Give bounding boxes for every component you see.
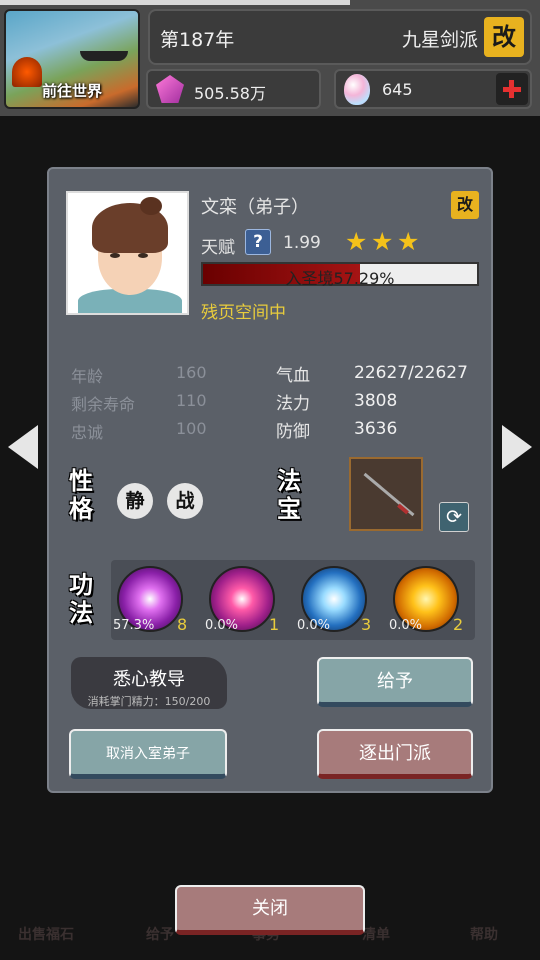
rename-sect-button[interactable]: 改: [484, 17, 524, 57]
stat-defense-label: 防御: [276, 422, 310, 442]
skill-level: 1: [269, 615, 280, 634]
stat-loyalty-label: 忠诚: [71, 423, 104, 442]
realm-progress-bar: 入圣境57.29%: [201, 262, 479, 288]
world-map-button[interactable]: 前往世界: [4, 9, 140, 109]
top-bar: 前往世界 第187年 九星剑派 改 505.58万 645: [0, 0, 540, 116]
cancel-inner-disciple-button[interactable]: 取消入室弟子: [69, 729, 227, 779]
next-disciple-arrow-icon[interactable]: [502, 425, 532, 469]
talent-label: 天赋: [201, 238, 235, 258]
teach-button[interactable]: 悉心教导 消耗掌门精力：150/200: [71, 657, 227, 709]
skill-progress: 0.0%: [205, 618, 239, 633]
disciple-portrait: [66, 191, 189, 315]
skill-progress: 0.0%: [389, 618, 423, 633]
treasure-label: 法宝: [277, 467, 301, 523]
skill-progress: 0.0%: [297, 618, 331, 633]
stat-mana-value: 3808: [354, 391, 398, 411]
expel-button[interactable]: 逐出门派: [317, 729, 473, 779]
skills-label: 功法: [69, 571, 93, 627]
gem-counter: 645: [334, 69, 532, 109]
skill-progress: 57.3%: [113, 618, 155, 633]
disciple-detail-panel: 文栾（弟子） 改 天赋 ? 1.99 ★ ★ ★ 入圣境57.29% 残页空间中…: [47, 167, 493, 793]
star-icon: ★: [345, 227, 368, 256]
spirit-stone-counter: 505.58万: [146, 69, 321, 109]
give-button[interactable]: 给予: [317, 657, 473, 707]
talent-value: 1.99: [283, 233, 321, 253]
refresh-icon[interactable]: ⟳: [439, 502, 469, 532]
stat-age-value: 160: [176, 363, 207, 382]
stat-defense-value: 3636: [354, 419, 398, 439]
star-icon: ★: [371, 227, 394, 256]
disciple-status: 残页空间中: [201, 303, 286, 323]
stat-hp-value: 22627/22627: [354, 363, 468, 383]
stat-lifespan-label: 剩余寿命: [71, 395, 136, 414]
year-sect-panel: 第187年 九星剑派 改: [148, 9, 532, 65]
teach-button-label: 悉心教导: [113, 669, 185, 690]
trait-badge[interactable]: 战: [167, 483, 203, 519]
talent-help-button[interactable]: ?: [245, 229, 271, 255]
treasure-slot[interactable]: [349, 457, 423, 531]
skill-level: 2: [453, 615, 464, 634]
trait-badge[interactable]: 静: [117, 483, 153, 519]
stat-loyalty-value: 100: [176, 419, 207, 438]
bg-nav-item: 出售福石: [18, 927, 74, 943]
teach-cost-label: 消耗掌门精力：150/200: [87, 695, 211, 708]
add-gems-button[interactable]: [496, 73, 528, 105]
previous-disciple-arrow-icon[interactable]: [8, 425, 38, 469]
stat-age-label: 年龄: [71, 367, 104, 386]
bg-nav-item: 清单: [362, 927, 390, 943]
stat-mana-label: 法力: [276, 394, 310, 414]
bg-nav-item: 帮助: [470, 927, 498, 943]
skill-level: 3: [361, 615, 372, 634]
skill-level: 8: [177, 615, 188, 634]
star-icon: ★: [397, 227, 420, 256]
loading-bar: [0, 0, 350, 5]
spirit-stone-value: 505.58万: [194, 84, 266, 103]
year-label: 第187年: [160, 29, 235, 51]
realm-progress-text: 入圣境57.29%: [285, 269, 395, 288]
gem-value: 645: [382, 80, 413, 99]
stat-hp-label: 气血: [276, 366, 310, 386]
skills-row: 57.3% 8 0.0% 1 0.0% 3 0.0% 2: [111, 560, 475, 640]
close-button[interactable]: 关闭: [175, 885, 365, 935]
personality-label: 性格: [69, 467, 93, 523]
world-button-label: 前往世界: [41, 82, 102, 100]
bg-nav-item: 给予: [146, 927, 174, 943]
crystal-icon: [156, 75, 184, 103]
rename-disciple-button[interactable]: 改: [451, 191, 479, 219]
egg-gem-icon: [344, 74, 370, 105]
disciple-name: 文栾（弟子）: [201, 197, 309, 218]
stat-lifespan-value: 110: [176, 391, 207, 410]
sect-name: 九星剑派: [401, 29, 478, 51]
ship-icon: [80, 51, 128, 61]
